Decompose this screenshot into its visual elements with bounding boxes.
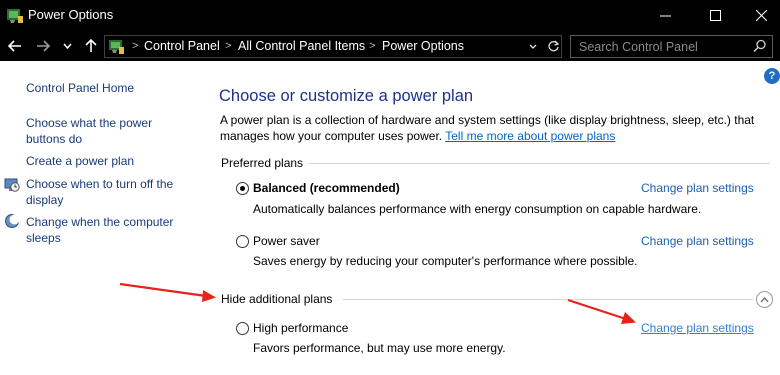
maximize-icon: [709, 10, 721, 21]
chevron-up-icon: [760, 296, 769, 302]
sidebar-item-control-panel-home[interactable]: Control Panel Home: [26, 80, 134, 96]
back-button[interactable]: [4, 35, 26, 57]
navigation-bar: > Control Panel > All Control Panel Item…: [0, 31, 780, 61]
breadcrumb-control-panel[interactable]: Control Panel: [144, 39, 220, 53]
breadcrumb-power-options[interactable]: Power Options: [382, 39, 464, 53]
page-title: Choose or customize a power plan: [219, 87, 474, 105]
address-dropdown-button[interactable]: [526, 35, 540, 57]
close-button[interactable]: [738, 0, 780, 31]
refresh-button[interactable]: [543, 35, 563, 57]
change-plan-settings-high-performance[interactable]: Change plan settings: [641, 321, 754, 335]
arrow-right-icon: [37, 40, 50, 52]
search-input[interactable]: [571, 36, 749, 57]
address-bar[interactable]: > Control Panel > All Control Panel Item…: [104, 35, 562, 58]
search-box[interactable]: [570, 35, 773, 58]
annotation-arrow-hide-plans: [119, 282, 216, 302]
up-button[interactable]: [80, 35, 102, 57]
title-bar: Power Options: [0, 0, 780, 31]
plan-desc-power-saver: Saves energy by reducing your computer's…: [253, 254, 638, 268]
plan-name-high-performance[interactable]: High performance: [253, 321, 348, 335]
chevron-down-icon: [62, 43, 72, 49]
breadcrumb-separator-icon: >: [132, 40, 139, 52]
minimize-button[interactable]: [642, 0, 688, 31]
breadcrumb-all-items[interactable]: All Control Panel Items: [238, 39, 365, 53]
search-icon[interactable]: [753, 39, 767, 53]
close-icon: [755, 10, 767, 21]
recent-locations-button[interactable]: [60, 35, 74, 57]
plan-name-power-saver[interactable]: Power saver: [253, 234, 320, 248]
hide-additional-plans-header[interactable]: Hide additional plans: [221, 292, 332, 306]
radio-high-performance[interactable]: [236, 322, 249, 335]
preferred-plans-header: Preferred plans: [221, 156, 304, 170]
moon-icon: [5, 214, 20, 228]
forward-button[interactable]: [32, 35, 54, 57]
divider: [343, 299, 753, 300]
change-plan-settings-balanced[interactable]: Change plan settings: [641, 181, 754, 195]
sidebar-item-power-buttons[interactable]: Choose what the power buttons do: [26, 115, 176, 147]
breadcrumb-separator-icon[interactable]: >: [225, 40, 231, 52]
control-panel-icon: [109, 40, 124, 54]
arrow-up-icon: [85, 39, 97, 52]
sidebar-item-turn-off-display[interactable]: Choose when to turn off the display: [26, 176, 186, 208]
breadcrumb-separator-icon[interactable]: >: [369, 40, 375, 52]
maximize-button[interactable]: [692, 0, 738, 31]
minimize-icon: [659, 15, 671, 17]
plan-desc-high-performance: Favors performance, but may use more ene…: [253, 341, 506, 355]
display-clock-icon: [4, 178, 20, 192]
collapse-additional-plans-button[interactable]: [756, 291, 773, 308]
change-plan-settings-power-saver[interactable]: Change plan settings: [641, 234, 754, 248]
help-button[interactable]: ?: [764, 68, 780, 84]
arrow-left-icon: [8, 40, 21, 52]
annotation-arrow-change-settings: [567, 298, 636, 324]
refresh-icon: [547, 40, 559, 51]
divider: [309, 163, 770, 164]
sidebar-item-create-plan[interactable]: Create a power plan: [26, 153, 134, 169]
window-title: Power Options: [28, 7, 114, 22]
plan-desc-balanced: Automatically balances performance with …: [253, 202, 702, 216]
radio-power-saver[interactable]: [236, 235, 249, 248]
plan-name-balanced[interactable]: Balanced (recommended): [253, 181, 400, 195]
sidebar-item-computer-sleeps[interactable]: Change when the computer sleeps: [26, 214, 186, 246]
chevron-down-icon: [529, 44, 537, 49]
radio-balanced[interactable]: [236, 182, 249, 195]
content-area: ? Control Panel Home Choose what the pow…: [0, 61, 780, 375]
learn-more-link[interactable]: Tell me more about power plans: [445, 129, 615, 143]
intro-text: A power plan is a collection of hardware…: [220, 112, 770, 144]
power-options-icon: [7, 9, 23, 23]
